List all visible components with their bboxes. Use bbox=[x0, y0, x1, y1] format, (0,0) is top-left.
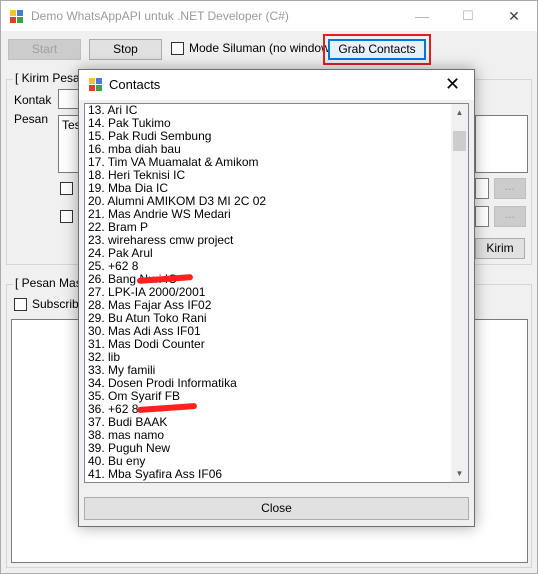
contact-item[interactable]: 39. Puguh New bbox=[88, 442, 450, 455]
contacts-list[interactable]: 13. Ari IC 14. Pak Tukimo 15. Pak Rudi Sem… bbox=[84, 103, 469, 483]
contact-item[interactable]: 33. My famili bbox=[88, 364, 450, 377]
contact-item[interactable]: 19. Mba Dia IC bbox=[88, 182, 450, 195]
contact-item[interactable]: 35. Om Syarif FB bbox=[88, 390, 450, 403]
scroll-thumb[interactable] bbox=[453, 131, 466, 151]
option-checkbox-1[interactable] bbox=[60, 182, 73, 195]
scroll-up-icon[interactable]: ▲ bbox=[451, 104, 468, 121]
contact-item[interactable]: 28. Mas Fajar Ass IF02 bbox=[88, 299, 450, 312]
window-title: Demo WhatsAppAPI untuk .NET Developer (C… bbox=[31, 9, 289, 23]
contact-item[interactable]: 38. mas namo bbox=[88, 429, 450, 442]
list-scrollbar[interactable]: ▲ ▼ bbox=[451, 104, 468, 482]
subscribe-checkbox[interactable] bbox=[14, 298, 27, 311]
dialog-title: Contacts bbox=[109, 77, 161, 92]
file-path-input-1[interactable] bbox=[475, 178, 489, 199]
dialog-app-icon bbox=[89, 78, 102, 91]
maximize-button[interactable]: ☐ bbox=[445, 1, 491, 31]
contact-item[interactable]: 25. +62 8 bbox=[88, 260, 450, 273]
contact-item[interactable]: 29. Bu Atun Toko Rani bbox=[88, 312, 450, 325]
grab-contacts-button[interactable]: Grab Contacts bbox=[328, 39, 426, 60]
contact-item[interactable]: 24. Pak Arul bbox=[88, 247, 450, 260]
stealth-mode-checkbox[interactable] bbox=[171, 42, 184, 55]
contact-item[interactable]: 17. Tim VA Muamalat & Amikom bbox=[88, 156, 450, 169]
contact-item[interactable]: 27. LPK-IA 2000/2001 bbox=[88, 286, 450, 299]
send-button[interactable]: Kirim bbox=[475, 238, 525, 259]
dialog-close-icon[interactable]: ✕ bbox=[445, 74, 460, 94]
stealth-mode-label: Mode Siluman (no window) bbox=[189, 41, 334, 55]
contact-item[interactable]: 14. Pak Tukimo bbox=[88, 117, 450, 130]
close-button[interactable]: Close bbox=[84, 497, 469, 520]
contact-item[interactable]: 30. Mas Adi Ass IF01 bbox=[88, 325, 450, 338]
title-bar: Demo WhatsAppAPI untuk .NET Developer (C… bbox=[1, 1, 537, 31]
contact-item[interactable]: 20. Alumni AMIKOM D3 MI 2C 02 bbox=[88, 195, 450, 208]
dialog-title-bar: Contacts ✕ bbox=[79, 70, 474, 100]
contact-item[interactable]: 23. wireharess cmw project bbox=[88, 234, 450, 247]
scroll-down-icon[interactable]: ▼ bbox=[451, 465, 468, 482]
contact-item[interactable]: 22. Bram P bbox=[88, 221, 450, 234]
browse-button-1[interactable]: ... bbox=[494, 178, 526, 199]
contact-item[interactable]: 15. Pak Rudi Sembung bbox=[88, 130, 450, 143]
message-input-right bbox=[475, 115, 528, 173]
contact-item[interactable]: 16. mba diah bau bbox=[88, 143, 450, 156]
stop-button[interactable]: Stop bbox=[89, 39, 162, 60]
contact-item[interactable]: 41. Mba Syafira Ass IF06 bbox=[88, 468, 450, 481]
contact-item[interactable]: 34. Dosen Prodi Informatika bbox=[88, 377, 450, 390]
contact-item[interactable]: 37. Budi BAAK bbox=[88, 416, 450, 429]
contact-label: Kontak bbox=[14, 93, 52, 107]
browse-button-2[interactable]: ... bbox=[494, 206, 526, 227]
contact-item[interactable]: 13. Ari IC bbox=[88, 104, 450, 117]
contact-item[interactable]: 32. lib bbox=[88, 351, 450, 364]
file-path-input-2[interactable] bbox=[475, 206, 489, 227]
contact-item[interactable]: 40. Bu eny bbox=[88, 455, 450, 468]
contact-item[interactable]: 18. Heri Teknisi IC bbox=[88, 169, 450, 182]
contacts-dialog: Contacts ✕ 13. Ari IC 14. Pak Tukimo 15. P… bbox=[78, 69, 475, 527]
contacts-items: 13. Ari IC 14. Pak Tukimo 15. Pak Rudi Sem… bbox=[88, 104, 450, 481]
app-icon bbox=[10, 10, 23, 23]
option-checkbox-2[interactable] bbox=[60, 210, 73, 223]
contact-item[interactable]: 21. Mas Andrie WS Medari bbox=[88, 208, 450, 221]
start-button[interactable]: Start bbox=[8, 39, 81, 60]
contact-item[interactable]: 31. Mas Dodi Counter bbox=[88, 338, 450, 351]
message-label: Pesan bbox=[14, 112, 49, 126]
minimize-button[interactable]: — bbox=[399, 1, 445, 31]
close-window-button[interactable]: ✕ bbox=[491, 1, 537, 31]
